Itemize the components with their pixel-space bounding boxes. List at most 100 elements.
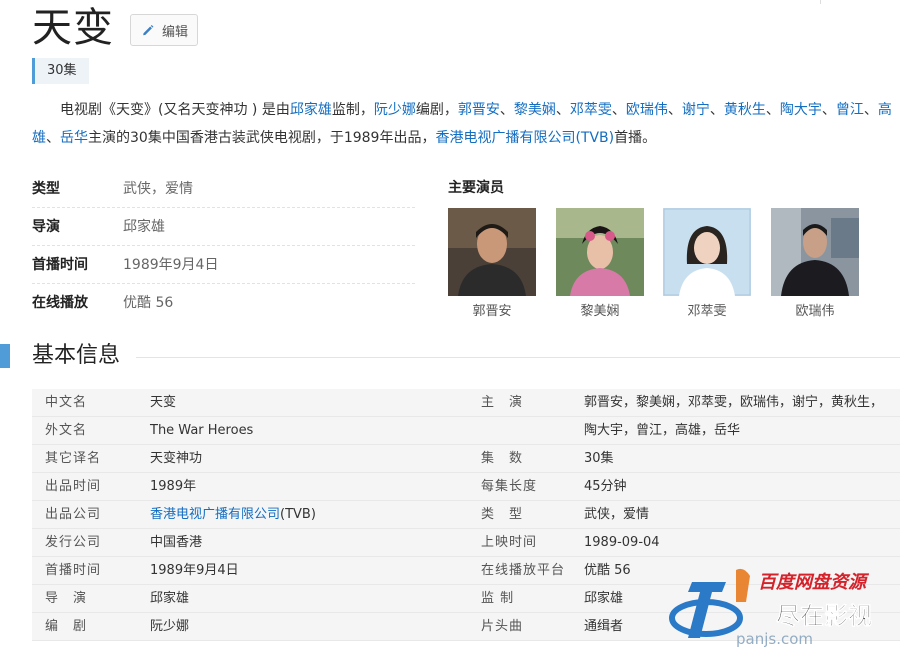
summary-link[interactable]: 欧瑞伟	[626, 102, 668, 118]
section-divider	[136, 357, 900, 358]
pencil-icon	[143, 25, 154, 36]
field-label: 中文名	[45, 395, 88, 410]
summary-text: 首播。	[614, 130, 657, 146]
summary-text: 主演的30集中国香港古装武侠电视剧，于1989年出品，	[88, 130, 436, 146]
field-value: 1989年9月4日	[150, 563, 239, 578]
summary-link[interactable]: 谢宁	[682, 102, 710, 118]
summary-text: 、	[709, 102, 724, 118]
actor-photo	[448, 208, 536, 296]
cast-title: 主要演员	[448, 180, 504, 196]
info-key: 在线播放	[32, 295, 88, 311]
field-label: 在线播放平台	[481, 563, 566, 578]
summary-paragraph: 电视剧《天变》(又名天变神功 ) 是由邱家雄监制，阮少娜编剧，郭晋安、黎美娴、邓…	[32, 96, 894, 152]
watermark-site: panjs.com	[736, 630, 813, 648]
field-label: 出品公司	[45, 507, 102, 522]
field-value-link[interactable]: 香港电视广播有限公司	[150, 507, 280, 522]
field-value: 45分钟	[584, 479, 627, 494]
field-value-suffix: (TVB)	[280, 507, 316, 522]
watermark-line1: 百度网盘资源	[758, 572, 870, 593]
field-value: 天变神功	[150, 451, 203, 466]
actor-card[interactable]: 郭晋安	[448, 208, 536, 320]
actor-name: 邓萃雯	[687, 304, 727, 319]
edit-button[interactable]: 编辑	[130, 14, 198, 46]
field-value-link[interactable]: 邱家雄	[584, 585, 623, 613]
field-label: 监 制	[481, 591, 515, 606]
field-label: 发行公司	[45, 535, 102, 550]
actor-card[interactable]: 欧瑞伟	[771, 208, 859, 320]
actor-photo	[663, 208, 751, 296]
field-label: 类 型	[481, 507, 524, 522]
top-divider	[820, 0, 821, 4]
summary-link[interactable]: 陶大宇	[780, 102, 822, 118]
summary-text: 编剧，	[415, 102, 458, 118]
site-watermark: 百度网盘资源 尽在影视 panjs.com	[669, 568, 872, 648]
field-value-group: 香港电视广播有限公司(TVB)	[150, 501, 316, 529]
field-label: 其它译名	[45, 451, 102, 466]
summary-link[interactable]: 香港电视广播有限公司(TVB)	[435, 130, 614, 146]
field-value-link[interactable]: 阮少娜	[150, 613, 189, 641]
summary-text: 、	[765, 102, 780, 118]
section-marker	[0, 344, 10, 368]
info-value: 武侠，爱情	[123, 181, 193, 197]
field-label: 每集长度	[481, 479, 538, 494]
basic-info-row: 出品公司 香港电视广播有限公司(TVB) 类 型 武侠，爱情	[32, 501, 900, 529]
actor-photo	[771, 208, 859, 296]
info-key: 导演	[32, 219, 60, 235]
summary-text: 、	[611, 102, 626, 118]
field-value: 1989-09-04	[584, 535, 660, 550]
summary-link[interactable]: 阮少娜	[374, 102, 416, 118]
summary-text: 、	[46, 130, 60, 146]
field-value: 天变	[150, 395, 177, 410]
field-label: 出品时间	[45, 479, 102, 494]
actor-card[interactable]: 邓萃雯	[663, 208, 751, 320]
field-label: 首播时间	[45, 563, 102, 578]
basic-info-row: 发行公司 中国香港 上映时间 1989-09-04	[32, 529, 900, 557]
field-value-link[interactable]: 中国香港	[150, 529, 202, 557]
info-value-link[interactable]: 优酷 56	[123, 284, 173, 322]
summary-link[interactable]: 曾江	[836, 102, 864, 118]
summary-text: 、	[555, 102, 570, 118]
actor-photo	[556, 208, 644, 296]
field-value-link[interactable]: 通缉者	[584, 613, 623, 641]
basic-info-row: 外文名 The War Heroes 陶大宇，曾江，高雄，岳华	[32, 417, 900, 445]
info-row: 首播时间 1989年9月4日	[32, 246, 415, 284]
field-value-link[interactable]: 优酷 56	[584, 557, 631, 585]
basic-info-row: 出品时间 1989年 每集长度 45分钟	[32, 473, 900, 501]
basic-info-row: 中文名 天变 主 演 郭晋安，黎美娴，邓萃雯，欧瑞伟，谢宁，黄秋生，	[32, 389, 900, 417]
summary-link[interactable]: 郭晋安	[458, 102, 500, 118]
field-value: The War Heroes	[150, 423, 254, 438]
field-label: 编 剧	[45, 619, 88, 634]
field-label: 上映时间	[481, 535, 538, 550]
field-label: 主 演	[481, 395, 524, 410]
actor-card[interactable]: 黎美娴	[556, 208, 644, 320]
info-value: 1989年9月4日	[123, 257, 219, 273]
actor-name: 黎美娴	[580, 304, 620, 319]
section-title: 基本信息	[32, 340, 131, 372]
summary-link[interactable]: 黄秋生	[724, 102, 766, 118]
info-value-link[interactable]: 邱家雄	[123, 208, 165, 246]
summary-link[interactable]: 岳华	[60, 130, 88, 146]
info-key: 类型	[32, 181, 60, 197]
summary-link[interactable]: 邓萃雯	[570, 102, 612, 118]
actor-name: 郭晋安	[472, 304, 512, 319]
summary-text: 、	[667, 102, 682, 118]
info-row: 导演 邱家雄	[32, 208, 415, 246]
episode-tag[interactable]: 30集	[32, 58, 89, 84]
field-value-link[interactable]: 郭晋安，黎美娴，邓萃雯，欧瑞伟，谢宁，黄秋生，	[584, 389, 883, 417]
summary-text: 、	[863, 102, 878, 118]
page-title: 天变	[32, 5, 114, 51]
summary-text: 、	[499, 102, 514, 118]
info-row: 类型 武侠，爱情	[32, 170, 415, 208]
field-value-link[interactable]: 邱家雄	[150, 585, 189, 613]
summary-link[interactable]: 邱家雄	[290, 102, 332, 118]
summary-text: 、	[821, 102, 836, 118]
field-value-link[interactable]: 陶大宇，曾江，高雄，岳华	[584, 417, 740, 445]
summary-link[interactable]: 黎美娴	[514, 102, 556, 118]
field-label: 集 数	[481, 451, 524, 466]
basic-info-row: 其它译名 天变神功 集 数 30集	[32, 445, 900, 473]
watermark-line2: 尽在影视	[776, 602, 872, 630]
actor-name: 欧瑞伟	[795, 304, 835, 319]
summary-text: 监制，	[331, 102, 374, 118]
field-value: 30集	[584, 451, 614, 466]
field-label: 导 演	[45, 591, 88, 606]
